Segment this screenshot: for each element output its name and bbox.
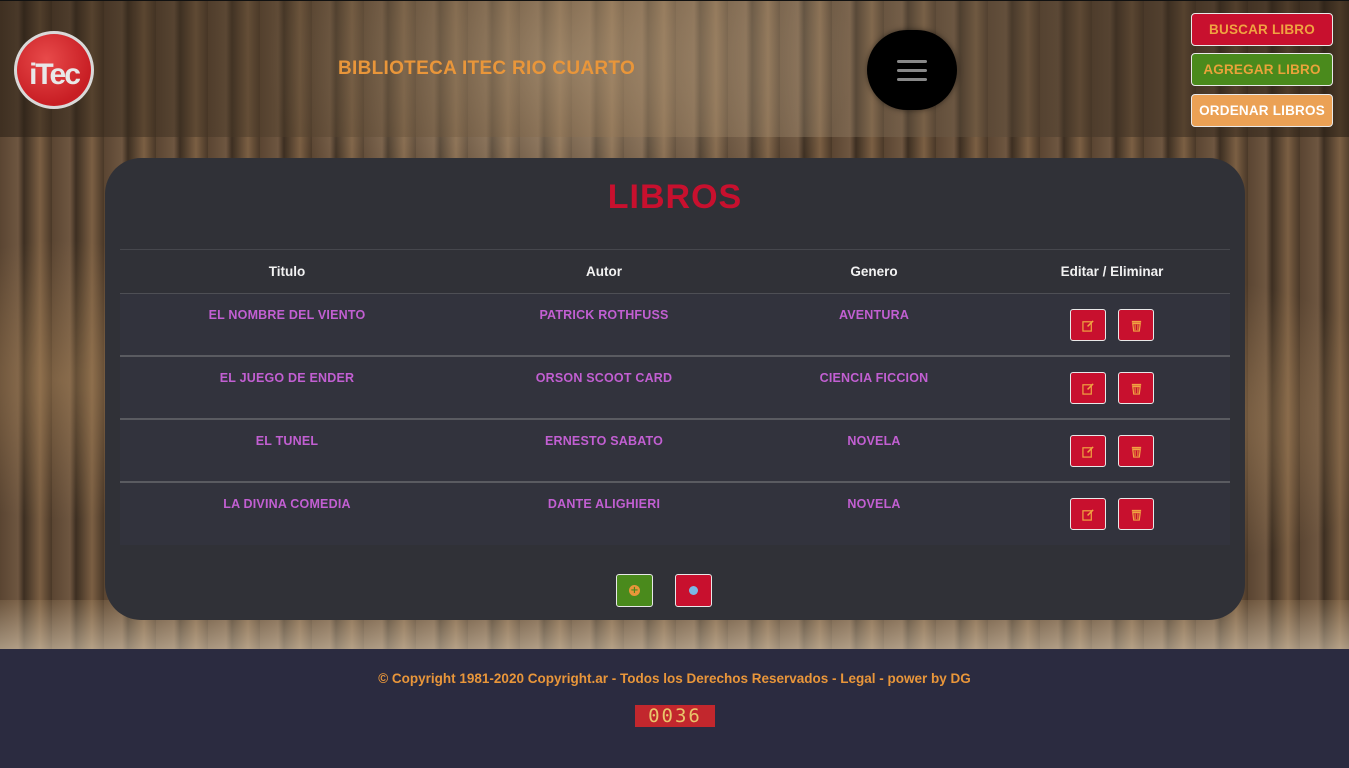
row-actions (994, 483, 1230, 530)
cell-autor: ERNESTO SABATO (544, 434, 664, 448)
delete-button[interactable] (1118, 309, 1154, 341)
cell-autor: PATRICK ROTHFUSS (539, 308, 669, 322)
cell-genero: CIENCIA FICCION (819, 371, 929, 385)
copyright-text: © Copyright 1981-2020 Copyright.ar - Tod… (378, 671, 971, 686)
buscar-libro-button[interactable]: BUSCAR LIBRO (1191, 13, 1333, 46)
ordenar-libros-button[interactable]: ORDENAR LIBROS (1191, 94, 1333, 127)
edit-icon (1081, 508, 1094, 521)
books-table: Titulo Autor Genero Editar / Eliminar EL… (120, 249, 1230, 545)
edit-icon (1081, 319, 1094, 332)
add-book-button[interactable]: + (616, 574, 653, 607)
agregar-libro-button[interactable]: AGREGAR LIBRO (1191, 53, 1333, 86)
edit-button[interactable] (1070, 498, 1106, 530)
table-row: EL TUNEL ERNESTO SABATO NOVELA (120, 420, 1230, 483)
hamburger-icon-bar (897, 77, 927, 81)
trash-icon (1131, 320, 1141, 332)
column-header-autor: Autor (586, 264, 622, 279)
edit-icon (1081, 382, 1094, 395)
plus-circle-icon: + (629, 585, 640, 596)
column-header-titulo: Titulo (268, 264, 306, 279)
cell-autor: DANTE ALIGHIERI (547, 497, 661, 511)
delete-button[interactable] (1118, 435, 1154, 467)
edit-button[interactable] (1070, 372, 1106, 404)
trash-icon (1131, 383, 1141, 395)
cell-titulo: EL TUNEL (255, 434, 319, 448)
table-header: Titulo Autor Genero Editar / Eliminar (120, 250, 1230, 294)
cell-titulo: EL JUEGO DE ENDER (219, 371, 355, 385)
visit-counter: 0036 (635, 705, 715, 727)
column-header-acciones: Editar / Eliminar (1060, 264, 1164, 279)
row-actions (994, 294, 1230, 341)
cell-autor: ORSON SCOOT CARD (535, 371, 673, 385)
search-icon (689, 586, 698, 595)
search-book-button[interactable] (675, 574, 712, 607)
row-actions (994, 420, 1230, 467)
row-actions (994, 357, 1230, 404)
books-panel: LIBROS Titulo Autor Genero Editar / Elim… (105, 158, 1245, 620)
table-row: EL NOMBRE DEL VIENTO PATRICK ROTHFUSS AV… (120, 294, 1230, 357)
edit-button[interactable] (1070, 309, 1106, 341)
itec-logo[interactable]: iTec (14, 31, 94, 109)
delete-button[interactable] (1118, 498, 1154, 530)
delete-button[interactable] (1118, 372, 1154, 404)
edit-icon (1081, 445, 1094, 458)
page-title: LIBROS (607, 178, 743, 216)
site-footer: © Copyright 1981-2020 Copyright.ar - Tod… (0, 649, 1349, 768)
table-row: LA DIVINA COMEDIA DANTE ALIGHIERI NOVELA (120, 483, 1230, 545)
cell-genero: NOVELA (847, 497, 901, 511)
panel-actions: + (105, 574, 1245, 607)
column-header-genero: Genero (850, 264, 898, 279)
site-title: BIBLIOTECA ITEC RIO CUARTO (338, 58, 636, 79)
hamburger-icon-bar (897, 59, 927, 63)
site-header: iTec BIBLIOTECA ITEC RIO CUARTO BUSCAR L… (0, 0, 1349, 137)
trash-icon (1131, 446, 1141, 458)
cell-genero: NOVELA (847, 434, 901, 448)
hamburger-menu-button[interactable] (867, 30, 957, 110)
cell-titulo: EL NOMBRE DEL VIENTO (208, 308, 366, 322)
table-row: EL JUEGO DE ENDER ORSON SCOOT CARD CIENC… (120, 357, 1230, 420)
logo-text: iTec (29, 58, 81, 91)
cell-titulo: LA DIVINA COMEDIA (223, 497, 351, 511)
hamburger-icon-bar (897, 68, 927, 72)
cell-genero: AVENTURA (838, 308, 910, 322)
edit-button[interactable] (1070, 435, 1106, 467)
trash-icon (1131, 509, 1141, 521)
